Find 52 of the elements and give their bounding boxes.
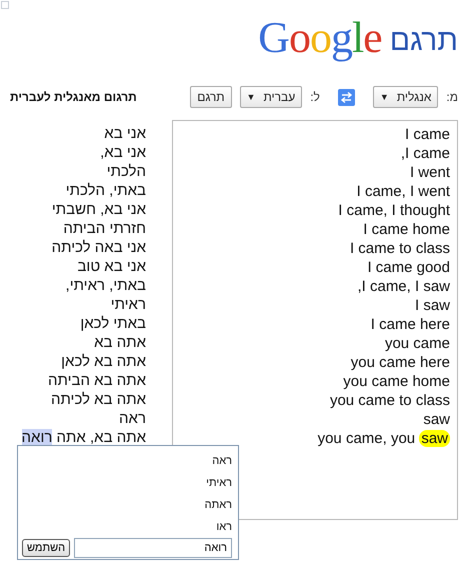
translation-line[interactable]: אני באה לכיתה	[52, 239, 146, 256]
swap-icon[interactable]	[338, 88, 355, 106]
source-language-dropdown[interactable]: אנגלית ▼	[372, 86, 438, 108]
alternative-option[interactable]: ראתה	[22, 494, 232, 516]
source-line: you came, you saw	[318, 430, 450, 447]
translation-line[interactable]: באתי, ראיתי,	[66, 277, 146, 294]
translation-line[interactable]: אני בא טוב	[77, 258, 146, 275]
translation-line[interactable]: באתי, הלכתי	[66, 182, 146, 199]
alternative-option[interactable]: ראו	[22, 516, 232, 538]
source-line: I came here	[370, 316, 450, 333]
to-label: ל:	[310, 90, 320, 104]
translation-line[interactable]: באתי לכאן	[80, 315, 146, 332]
target-language-dropdown[interactable]: עברית ▼	[240, 86, 302, 108]
source-line: you came to class	[330, 392, 450, 409]
translation-line[interactable]: אתה בא הביתה	[48, 372, 146, 389]
logo: Google	[258, 16, 382, 60]
source-line: I came good	[367, 259, 450, 276]
source-line: I came, I went	[356, 183, 450, 200]
translation-line[interactable]: ראה	[119, 410, 146, 427]
translation-line[interactable]: אתה בא	[94, 334, 146, 351]
translation-line[interactable]: אני בא	[104, 125, 146, 142]
source-line: I went	[410, 164, 450, 181]
source-line: I saw	[414, 297, 450, 314]
alternative-input[interactable]: רואה	[74, 538, 232, 558]
source-line: you came home	[343, 373, 450, 390]
translation-heading: תרגום מאנגלית לעברית	[10, 90, 137, 104]
translation-line[interactable]: אתה בא לכאן	[61, 353, 146, 370]
source-line: ,I came	[400, 145, 450, 162]
translation-line[interactable]: אני בא, חשבתי	[52, 201, 146, 218]
from-label: מ:	[446, 90, 458, 104]
translate-button[interactable]: תרגם	[190, 86, 232, 108]
source-line: you came	[384, 335, 450, 352]
page-title: תרגם	[390, 26, 458, 59]
source-line: I came	[404, 126, 450, 143]
source-line: I came to class	[350, 240, 450, 257]
translation-line[interactable]: חזרתי הביתה	[63, 220, 146, 237]
translation-line[interactable]: אני בא,	[100, 144, 146, 161]
alternative-option[interactable]: ראה	[22, 450, 232, 472]
translation-line[interactable]: אתה בא, אתה רואה	[22, 429, 146, 446]
source-line: I came, I thought	[338, 202, 450, 219]
highlighted-word[interactable]: רואה	[22, 429, 52, 446]
translation-line[interactable]: הלכתי	[106, 163, 146, 180]
alternative-option[interactable]: ראיתי	[22, 472, 232, 494]
source-line: saw	[423, 411, 450, 428]
source-line: ,I came, I saw	[357, 278, 450, 295]
source-line: I came home	[363, 221, 450, 238]
use-button[interactable]: השתמש	[22, 539, 70, 557]
highlighted-word[interactable]: saw	[419, 430, 450, 447]
source-line: you came here	[350, 354, 450, 371]
image-icon	[1, 1, 9, 9]
translation-line[interactable]: אתה בא לכיתה	[50, 391, 146, 408]
translation-line[interactable]: ראיתי	[110, 296, 146, 313]
